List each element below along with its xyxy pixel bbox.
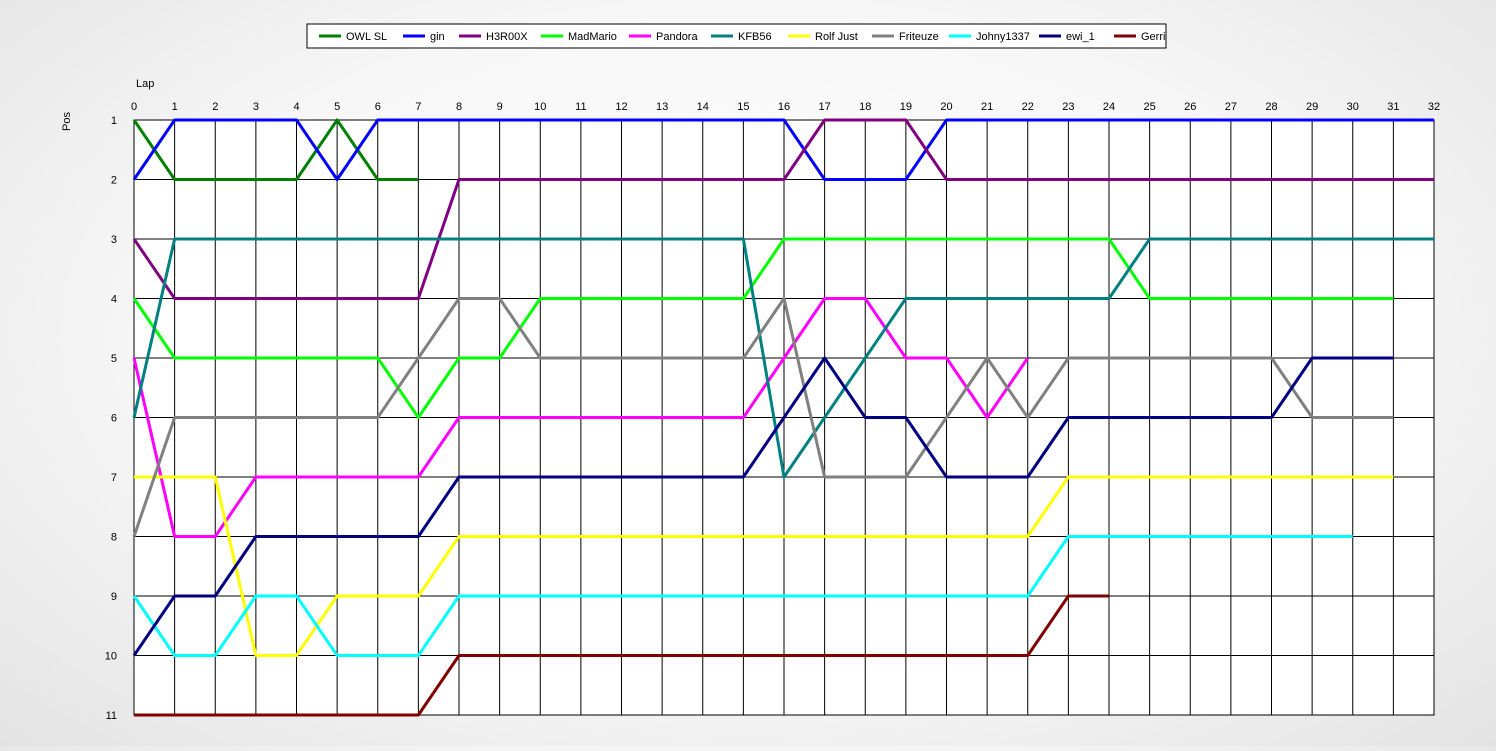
legend-label: ewi_1 bbox=[1066, 31, 1095, 43]
x-tick-label: 8 bbox=[456, 101, 462, 113]
x-tick-label: 3 bbox=[253, 101, 259, 113]
x-tick-label: 25 bbox=[1144, 101, 1156, 113]
x-tick-label: 11 bbox=[575, 101, 586, 113]
legend: OWL SL gin H3R00X MadMario Pandora KFB56 Rolf … bbox=[306, 23, 1167, 49]
x-tick-label: 23 bbox=[1062, 101, 1074, 113]
legend-label: H3R00X bbox=[486, 31, 528, 43]
x-tick-label: 17 bbox=[819, 101, 831, 113]
x-tick-label: 4 bbox=[293, 101, 299, 113]
y-tick-label: 1 bbox=[111, 115, 117, 127]
x-tick-label: 31 bbox=[1387, 101, 1399, 113]
x-tick-label: 22 bbox=[1022, 101, 1034, 113]
position-chart: OWL SL gin H3R00X MadMario Pandora KFB56 Rolf … bbox=[0, 0, 1496, 746]
x-tick-label: 6 bbox=[375, 101, 381, 113]
y-tick-label: 11 bbox=[106, 710, 117, 722]
y-tick-label: 8 bbox=[111, 532, 117, 544]
y-tick-label: 10 bbox=[105, 651, 117, 663]
x-tick-label: 32 bbox=[1428, 101, 1440, 113]
x-tick-label: 2 bbox=[212, 101, 218, 113]
x-tick-label: 12 bbox=[615, 101, 627, 113]
y-tick-label: 5 bbox=[111, 353, 117, 365]
x-tick-label: 0 bbox=[131, 101, 137, 113]
x-tick-label: 29 bbox=[1306, 101, 1318, 113]
x-tick-label: 18 bbox=[859, 101, 871, 113]
x-tick-label: 30 bbox=[1347, 101, 1359, 113]
y-tick-label: 3 bbox=[111, 234, 117, 246]
legend-label: Gerri bbox=[1141, 31, 1165, 43]
chart-svg: OWL SL gin H3R00X MadMario Pandora KFB56 Rolf … bbox=[61, 23, 1440, 722]
y-axis-title: Pos bbox=[61, 112, 73, 131]
x-tick-label: 13 bbox=[656, 101, 668, 113]
y-tick-label: 4 bbox=[111, 294, 117, 306]
x-tick-label: 28 bbox=[1265, 101, 1277, 113]
x-tick-label: 26 bbox=[1184, 101, 1196, 113]
x-tick-label: 9 bbox=[497, 101, 503, 113]
x-tick-label: 10 bbox=[534, 101, 546, 113]
legend-label: KFB56 bbox=[738, 31, 772, 43]
legend-label: Friteuze bbox=[899, 31, 939, 43]
x-tick-label: 14 bbox=[697, 101, 709, 113]
x-tick-label: 16 bbox=[778, 101, 790, 113]
legend-label: MadMario bbox=[568, 31, 617, 43]
x-axis-title: Lap bbox=[136, 78, 154, 90]
x-tick-label: 5 bbox=[334, 101, 340, 113]
y-tick-label: 2 bbox=[111, 175, 117, 187]
legend-label: OWL SL bbox=[346, 31, 387, 43]
legend-label: Rolf Just bbox=[815, 31, 858, 43]
x-tick-label: 19 bbox=[900, 101, 912, 113]
legend-label: Johny1337 bbox=[976, 31, 1030, 43]
y-tick-label: 7 bbox=[111, 472, 117, 484]
x-tick-label: 24 bbox=[1103, 101, 1115, 113]
x-tick-label: 20 bbox=[940, 101, 952, 113]
x-tick-label: 27 bbox=[1225, 101, 1237, 113]
y-tick-label: 6 bbox=[111, 413, 117, 425]
legend-label: gin bbox=[430, 31, 445, 43]
legend-label: Pandora bbox=[656, 31, 698, 43]
x-tick-label: 21 bbox=[981, 101, 993, 113]
x-tick-label: 1 bbox=[172, 101, 178, 113]
x-tick-label: 7 bbox=[415, 101, 421, 113]
x-tick-label: 15 bbox=[737, 101, 749, 113]
y-tick-label: 9 bbox=[111, 591, 117, 603]
